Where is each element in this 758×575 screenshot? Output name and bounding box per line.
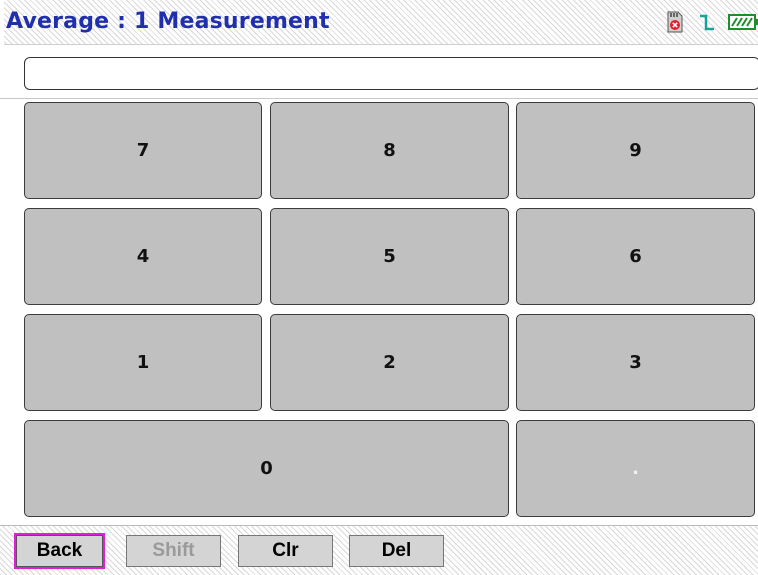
shift-button[interactable]: Shift: [126, 535, 221, 567]
key-7[interactable]: 7: [24, 102, 262, 199]
key-9[interactable]: 9: [516, 102, 755, 199]
softkey-bar: Back Shift Clr Del: [0, 525, 758, 575]
key-8[interactable]: 8: [270, 102, 509, 199]
key-4[interactable]: 4: [24, 208, 262, 305]
key-decimal-point[interactable]: .: [516, 420, 755, 517]
divider: [0, 98, 758, 99]
sd-card-error-icon: [666, 11, 684, 33]
page-title: Average : 1 Measurement: [6, 9, 330, 34]
key-0[interactable]: 0: [24, 420, 509, 517]
title-bar: Average : 1 Measurement: [0, 0, 758, 45]
key-1[interactable]: 1: [24, 314, 262, 411]
key-3[interactable]: 3: [516, 314, 755, 411]
trigger-pulse-icon: [698, 11, 718, 33]
battery-icon: [728, 11, 758, 33]
key-6[interactable]: 6: [516, 208, 755, 305]
title-bar-edge: [0, 0, 4, 45]
delete-button[interactable]: Del: [349, 535, 444, 567]
numeric-keypad-screen: Average : 1 Measurement 7 8 9 4 5 6 1 2 …: [0, 0, 758, 575]
key-5[interactable]: 5: [270, 208, 509, 305]
clear-button[interactable]: Clr: [238, 535, 333, 567]
key-2[interactable]: 2: [270, 314, 509, 411]
back-button[interactable]: Back: [14, 533, 105, 569]
value-entry-field[interactable]: [24, 57, 758, 90]
